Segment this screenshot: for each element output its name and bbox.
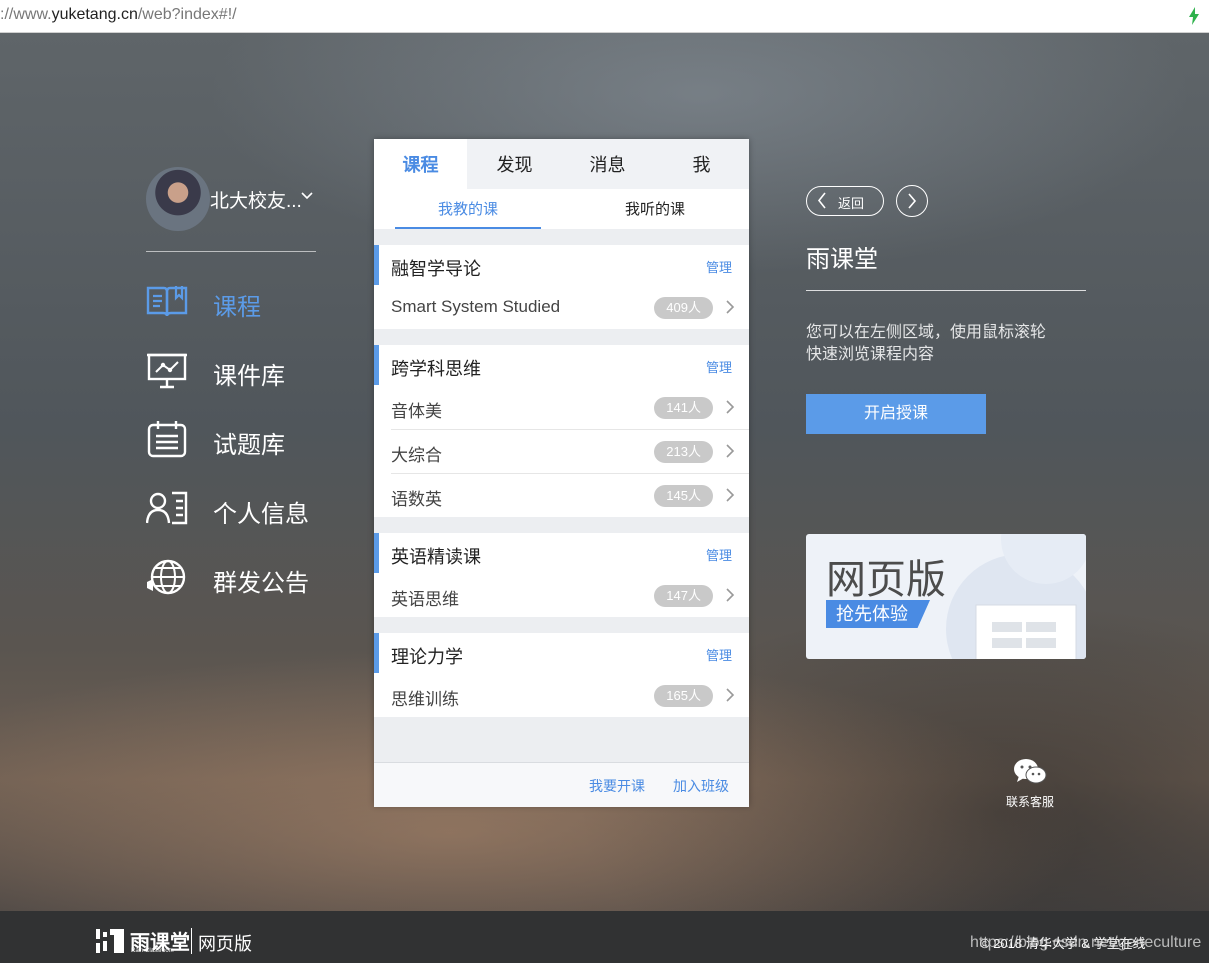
phone-footer: 我要开课 加入班级 bbox=[374, 762, 749, 807]
join-class-link[interactable]: 加入班级 bbox=[673, 776, 729, 796]
group-header: 英语精读课 管理 bbox=[374, 533, 749, 573]
tab-attending[interactable]: 我听的课 bbox=[582, 189, 728, 229]
tab-course[interactable]: 课程 bbox=[374, 139, 467, 189]
banner-title: 网页版 bbox=[826, 558, 946, 602]
nav-label: 课程 bbox=[213, 294, 261, 321]
class-name: Smart System Studied bbox=[391, 297, 561, 316]
wechat-icon bbox=[1014, 759, 1047, 784]
group-header: 融智学导论 管理 bbox=[374, 245, 749, 285]
rain-classroom-logo-icon bbox=[96, 929, 124, 953]
chevron-right-icon bbox=[726, 400, 735, 414]
class-row[interactable]: Smart System Studied 409人 bbox=[374, 285, 749, 329]
help-text: 您可以在左侧区域，使用鼠标滚轮 快速浏览课程内容 bbox=[806, 324, 1047, 363]
logo-suffix: 网页版 bbox=[198, 934, 252, 954]
student-count-badge: 409人 bbox=[654, 297, 713, 319]
manage-link[interactable]: 管理 bbox=[706, 357, 732, 376]
student-count-badge: 165人 bbox=[654, 685, 713, 707]
class-row[interactable]: 音体美 141人 bbox=[374, 385, 749, 429]
class-row[interactable]: 大综合 213人 bbox=[374, 429, 749, 473]
chevron-right-icon bbox=[726, 588, 735, 602]
course-group: 融智学导论 管理 Smart System Studied 409人 bbox=[374, 245, 749, 329]
class-name: 语数英 bbox=[391, 490, 442, 509]
tab-messages[interactable]: 消息 bbox=[561, 139, 654, 189]
panel-title: 雨课堂 bbox=[806, 246, 878, 273]
nav-label: 课件库 bbox=[213, 363, 285, 390]
class-row[interactable]: 思维训练 165人 bbox=[374, 673, 749, 717]
divider bbox=[806, 290, 1086, 291]
group-title: 跨学科思维 bbox=[391, 359, 481, 379]
customer-service[interactable]: 联系客服 bbox=[1000, 758, 1060, 810]
divider bbox=[146, 251, 316, 252]
tab-teaching[interactable]: 我教的课 bbox=[395, 189, 541, 229]
student-count-badge: 145人 bbox=[654, 485, 713, 507]
course-group: 英语精读课 管理 英语思维 147人 bbox=[374, 533, 749, 617]
avatar[interactable] bbox=[146, 167, 210, 231]
sub-tabs: 我教的课 我听的课 bbox=[374, 189, 749, 229]
class-row[interactable]: 英语思维 147人 bbox=[374, 573, 749, 617]
tab-discover[interactable]: 发现 bbox=[468, 139, 561, 189]
nav-label: 个人信息 bbox=[213, 501, 309, 528]
class-name: 英语思维 bbox=[391, 590, 459, 609]
phone-panel: 课程 发现 消息 我 我教的课 我听的课 融智学导论 管理 Smart Syst… bbox=[374, 139, 749, 807]
nav-item-question-bank[interactable]: 试题库 bbox=[146, 418, 356, 462]
manage-link[interactable]: 管理 bbox=[706, 545, 732, 564]
student-count-badge: 213人 bbox=[654, 441, 713, 463]
class-name: 音体美 bbox=[391, 402, 442, 421]
user-name[interactable]: 北大校友... bbox=[210, 186, 302, 213]
chevron-right-icon bbox=[726, 300, 735, 314]
chevron-right-icon bbox=[726, 688, 735, 702]
main-stage: 北大校友... 课程 课件库 试题库 个人信息 群发公告 课程 发现 消息 我 … bbox=[0, 33, 1209, 911]
chevron-right-icon bbox=[908, 193, 917, 209]
tab-me[interactable]: 我 bbox=[655, 139, 748, 189]
web-version-banner[interactable]: 网页版 抢先体验 bbox=[806, 534, 1086, 659]
manage-link[interactable]: 管理 bbox=[706, 257, 732, 276]
student-count-badge: 141人 bbox=[654, 397, 713, 419]
logo-divider bbox=[191, 928, 192, 954]
chevron-right-icon bbox=[726, 488, 735, 502]
forward-button[interactable] bbox=[896, 185, 928, 217]
class-row[interactable]: 语数英 145人 bbox=[374, 473, 749, 517]
service-label: 联系客服 bbox=[1005, 795, 1054, 809]
chevron-right-icon bbox=[726, 444, 735, 458]
back-label: 返回 bbox=[838, 196, 865, 211]
logo-subtext: Rain Classroom bbox=[131, 948, 174, 954]
course-group: 理论力学 管理 思维训练 165人 bbox=[374, 633, 749, 717]
book-icon bbox=[146, 286, 188, 317]
top-tabs: 课程 发现 消息 我 bbox=[374, 139, 749, 190]
url-text[interactable]: ://www.yuketang.cn/web?index#!/ bbox=[0, 6, 237, 24]
manage-link[interactable]: 管理 bbox=[706, 645, 732, 664]
watermark: https://blog.csdn.net/geneculture bbox=[970, 934, 1202, 951]
presentation-icon bbox=[147, 353, 187, 389]
calendar-list-icon bbox=[147, 421, 187, 458]
nav-item-course[interactable]: 课程 bbox=[146, 280, 356, 324]
bolt-icon[interactable] bbox=[1187, 7, 1201, 25]
nav-label: 群发公告 bbox=[213, 570, 309, 597]
nav-item-profile[interactable]: 个人信息 bbox=[146, 487, 356, 531]
chevron-left-icon bbox=[817, 192, 826, 209]
globe-broadcast-icon bbox=[147, 559, 186, 595]
group-title: 英语精读课 bbox=[391, 547, 481, 567]
open-class-link[interactable]: 我要开课 bbox=[589, 776, 645, 796]
start-class-button[interactable]: 开启授课 bbox=[806, 394, 986, 434]
nav-label: 试题库 bbox=[213, 432, 285, 459]
user-card-icon bbox=[146, 491, 188, 525]
footer: 雨课堂 Rain Classroom 网页版 © 2018 清华大学 & 学堂在… bbox=[0, 911, 1209, 963]
class-name: 思维训练 bbox=[391, 690, 459, 709]
group-header: 理论力学 管理 bbox=[374, 633, 749, 673]
nav-item-courseware[interactable]: 课件库 bbox=[146, 349, 356, 393]
course-group: 跨学科思维 管理 音体美 141人 大综合 213人 语数英 145人 bbox=[374, 345, 749, 517]
class-name: 大综合 bbox=[391, 446, 442, 465]
group-header: 跨学科思维 管理 bbox=[374, 345, 749, 385]
chevron-down-icon[interactable] bbox=[300, 189, 314, 203]
group-title: 理论力学 bbox=[391, 647, 463, 667]
banner-tag: 抢先体验 bbox=[826, 600, 930, 628]
student-count-badge: 147人 bbox=[654, 585, 713, 607]
back-button[interactable]: 返回 bbox=[806, 186, 884, 216]
group-title: 融智学导论 bbox=[391, 259, 481, 279]
nav-item-broadcast[interactable]: 群发公告 bbox=[146, 556, 356, 600]
address-bar[interactable]: ://www.yuketang.cn/web?index#!/ bbox=[0, 0, 1209, 33]
